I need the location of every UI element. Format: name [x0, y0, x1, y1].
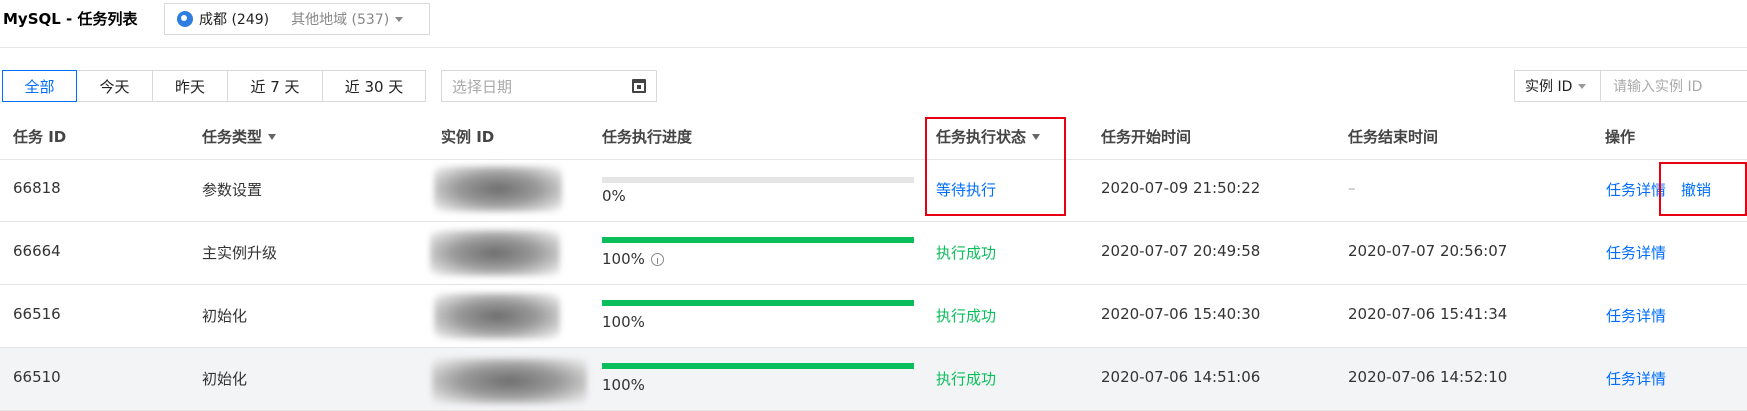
instance-filter-select[interactable]: 实例 ID	[1514, 70, 1601, 102]
task-id: 66516	[13, 305, 61, 323]
task-table: 任务 ID 任务类型 实例 ID 任务执行进度 任务执行状态 任务开始时间 任务…	[0, 112, 1747, 411]
progress-text: 0%	[602, 187, 626, 205]
page-title: MySQL - 任务列表	[3, 10, 138, 28]
column-header-task-id: 任务 ID	[13, 128, 67, 146]
filter-icon[interactable]	[268, 133, 277, 140]
progress-text-wrap: 100%	[602, 250, 664, 268]
date-placeholder: 选择日期	[452, 77, 513, 96]
region-selector[interactable]: 成都 (249) 其他地域 (537)	[164, 3, 430, 35]
task-detail-link[interactable]: 任务详情	[1606, 179, 1666, 200]
date-picker[interactable]: 选择日期	[441, 70, 657, 102]
task-type: 初始化	[202, 370, 248, 388]
table-row: 66510 初始化 100% 执行成功 2020-07-06 14:51:06 …	[0, 348, 1747, 411]
table-header: 任务 ID 任务类型 实例 ID 任务执行进度 任务执行状态 任务开始时间 任务…	[0, 112, 1747, 160]
instance-filter-label: 实例 ID	[1525, 79, 1573, 95]
progress-bar	[602, 363, 914, 369]
tab-today[interactable]: 今天	[76, 70, 153, 102]
start-time: 2020-07-07 20:49:58	[1101, 242, 1261, 260]
end-time: 2020-07-06 14:52:10	[1348, 368, 1508, 386]
redacted-instance-id	[434, 166, 562, 212]
status-label: 任务执行状态	[936, 128, 1027, 146]
status-text: 等待执行	[936, 181, 997, 199]
start-time: 2020-07-06 15:40:30	[1101, 305, 1261, 323]
info-icon[interactable]	[650, 252, 664, 266]
task-detail-link[interactable]: 任务详情	[1606, 368, 1666, 389]
table-row: 66664 主实例升级 100% 执行成功 2020-07-07 20:49:5…	[0, 222, 1747, 285]
progress-bar	[602, 177, 914, 183]
progress-text: 100%	[602, 250, 645, 268]
task-type: 主实例升级	[202, 244, 278, 262]
start-time: 2020-07-06 14:51:06	[1101, 368, 1261, 386]
tab-last-30-days[interactable]: 近 30 天	[322, 70, 426, 102]
redacted-instance-id	[432, 358, 587, 404]
filter-icon[interactable]	[1032, 133, 1041, 140]
tab-last-7-days[interactable]: 近 7 天	[227, 70, 323, 102]
table-row: 66516 初始化 100% 执行成功 2020-07-06 15:40:30 …	[0, 285, 1747, 348]
column-header-instance-id: 实例 ID	[441, 128, 495, 146]
task-type: 初始化	[202, 307, 248, 325]
progress-bar	[602, 300, 914, 306]
column-header-progress: 任务执行进度	[602, 128, 693, 146]
column-header-task-type[interactable]: 任务类型	[202, 126, 277, 147]
current-region: 成都 (249)	[199, 12, 270, 28]
column-header-end-time: 任务结束时间	[1348, 128, 1439, 146]
task-type-label: 任务类型	[202, 128, 263, 146]
top-bar: MySQL - 任务列表 成都 (249) 其他地域 (537)	[0, 0, 1747, 48]
redacted-instance-id	[434, 293, 560, 339]
other-regions[interactable]: 其他地域 (537)	[291, 9, 389, 29]
filter-toolbar: 全部 今天 昨天 近 7 天 近 30 天 选择日期 实例 ID 请输入实例 I…	[0, 70, 1747, 104]
instance-id-search-input[interactable]: 请输入实例 ID	[1600, 70, 1747, 102]
task-id: 66818	[13, 179, 61, 197]
chevron-down-icon	[1578, 83, 1587, 89]
status-text: 执行成功	[936, 370, 997, 388]
tab-all[interactable]: 全部	[2, 70, 77, 102]
task-id: 66664	[13, 242, 61, 260]
task-id: 66510	[13, 368, 61, 386]
status-text: 执行成功	[936, 244, 997, 262]
task-type: 参数设置	[202, 181, 263, 199]
column-header-actions: 操作	[1605, 128, 1636, 146]
start-time: 2020-07-09 21:50:22	[1101, 179, 1261, 197]
table-row: 66818 参数设置 0% 等待执行 2020-07-09 21:50:22 –…	[0, 160, 1747, 222]
progress-text: 100%	[602, 376, 645, 394]
globe-icon	[177, 11, 193, 27]
end-time: –	[1348, 179, 1356, 197]
column-header-status[interactable]: 任务执行状态	[936, 126, 1041, 147]
tab-yesterday[interactable]: 昨天	[152, 70, 228, 102]
column-header-start-time: 任务开始时间	[1101, 128, 1192, 146]
end-time: 2020-07-07 20:56:07	[1348, 242, 1508, 260]
progress-text: 100%	[602, 313, 645, 331]
progress-fill	[602, 363, 914, 369]
progress-fill	[602, 237, 914, 243]
redacted-instance-id	[430, 230, 560, 276]
chevron-down-icon	[395, 16, 404, 22]
progress-fill	[602, 300, 914, 306]
task-detail-link[interactable]: 任务详情	[1606, 305, 1666, 326]
cancel-task-link[interactable]: 撤销	[1681, 179, 1711, 200]
end-time: 2020-07-06 15:41:34	[1348, 305, 1508, 323]
task-detail-link[interactable]: 任务详情	[1606, 242, 1666, 263]
date-range-tabs: 全部 今天 昨天 近 7 天 近 30 天	[2, 70, 426, 102]
status-text: 执行成功	[936, 307, 997, 325]
calendar-icon[interactable]	[632, 79, 646, 93]
progress-bar	[602, 237, 914, 243]
